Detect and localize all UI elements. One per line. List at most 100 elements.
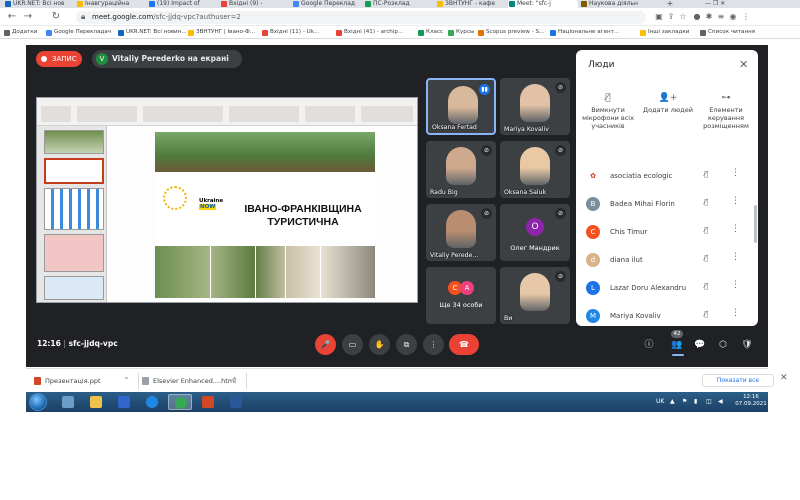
bookmark-item[interactable]: Google Перекладач	[46, 28, 111, 37]
app-powerpoint-button[interactable]	[196, 394, 220, 410]
profile-avatar[interactable]: ◉	[728, 12, 738, 22]
participant-video-tile[interactable]: Ви ⊘	[500, 267, 570, 324]
share-icon[interactable]: ⇪	[666, 12, 676, 22]
present-now-button[interactable]: ⧉	[396, 334, 417, 355]
participant-row[interactable]: L Lazar Doru Alexandru 🎙̸ ⋮	[576, 274, 758, 302]
meeting-info-button[interactable]: ⓘ	[642, 338, 656, 352]
participant-row[interactable]: ✿ asociatia ecologic 🎙̸ ⋮	[576, 162, 758, 190]
participant-row[interactable]: B Badea Mihai Florin 🎙̸ ⋮	[576, 190, 758, 218]
app-explorer-button[interactable]	[84, 394, 108, 410]
bookmark-item[interactable]: Додатки	[4, 28, 37, 37]
participant-video-tile[interactable]: C A Ще 34 особи	[426, 267, 496, 324]
start-button[interactable]	[29, 393, 47, 411]
bookmark-item[interactable]: Класс	[418, 28, 443, 37]
participant-video-tile[interactable]: О Олег Мандрик ⊘	[500, 204, 570, 261]
people-action-button[interactable]: 👤+ Додати людей	[640, 92, 696, 114]
chevron-up-icon[interactable]: ^	[232, 374, 237, 388]
browser-tab[interactable]: Meet: "sfc-j	[508, 0, 578, 8]
browser-tab[interactable]: ЗВНТУНГ - кафе	[436, 0, 506, 8]
bookmark-item[interactable]: Scopus preview - S...	[478, 28, 544, 37]
browser-tab[interactable]: Інавгураційна	[76, 0, 146, 8]
browser-tab[interactable]: Вхідні (9) -	[220, 0, 290, 8]
participant-row[interactable]: M Mariya Kovaliv 🎙̸ ⋮	[576, 302, 758, 326]
participant-row[interactable]: C Chis Timur 🎙̸ ⋮	[576, 218, 758, 246]
more-vert-icon[interactable]: ⋮	[731, 168, 740, 178]
more-vert-icon[interactable]: ⋮	[731, 252, 740, 262]
app-calculator-button[interactable]	[56, 394, 80, 410]
chevron-up-icon[interactable]: ^	[124, 374, 129, 388]
flag-icon[interactable]: ⚑	[682, 397, 687, 407]
mic-off-icon[interactable]: 🎙̸	[704, 254, 708, 262]
participant-video-tile[interactable]: Radu Big ⊘	[426, 141, 496, 198]
reload-button[interactable]: ↻	[50, 11, 62, 23]
people-action-button[interactable]: ⊶ Елементи керування розміщенням	[698, 92, 754, 130]
more-options-button[interactable]: ⋮	[423, 334, 444, 355]
close-icon[interactable]: ✕	[739, 58, 748, 71]
participant-video-tile[interactable]: Oksana Fertad ▮▮	[426, 78, 496, 135]
camera-in-use-icon[interactable]: ▣	[654, 12, 664, 22]
browser-tab[interactable]: Наукова діяльн	[580, 0, 650, 8]
participant-list-scrollbar[interactable]	[754, 205, 757, 243]
app-chrome-button[interactable]	[168, 394, 192, 410]
language-indicator[interactable]: UK	[656, 397, 664, 407]
bookmark-item[interactable]: Вхідні (11) - Uk...	[262, 28, 319, 37]
media-icon[interactable]: ≡	[716, 12, 726, 22]
bookmark-item[interactable]: Вхідні (41) - archip...	[336, 28, 403, 37]
presenter-banner[interactable]: V Vitaliy Perederko на екрані	[92, 50, 242, 68]
mic-off-icon[interactable]: 🎙̸	[704, 282, 708, 290]
mic-off-icon[interactable]: 🎙̸	[704, 198, 708, 206]
raise-hand-button[interactable]: ✋	[369, 334, 390, 355]
leave-call-button[interactable]: ☎	[449, 334, 479, 355]
download-item[interactable]: Elsevier Enhanced....html ^	[142, 374, 242, 388]
menu-icon[interactable]: ⋮	[741, 12, 751, 22]
bookmark-item[interactable]: Список читання	[700, 28, 755, 37]
show-all-downloads-button[interactable]: Показати все	[702, 374, 774, 387]
participant-row[interactable]: d diana ilut 🎙̸ ⋮	[576, 246, 758, 274]
battery-icon[interactable]: ▮	[694, 397, 697, 407]
mic-off-icon[interactable]: 🎙̸	[704, 226, 708, 234]
close-icon[interactable]: ✕	[780, 373, 788, 383]
browser-tab[interactable]: (19) Impact of	[148, 0, 218, 8]
network-icon[interactable]: ◫	[706, 397, 712, 407]
people-action-button[interactable]: 🎙̸ Вимкнути мікрофони всіх учасників	[580, 92, 636, 130]
app-edge-button[interactable]	[140, 394, 164, 410]
volume-icon[interactable]: ◀	[718, 397, 723, 407]
mic-off-icon[interactable]: 🎙̸	[704, 170, 708, 178]
app-save-button[interactable]	[112, 394, 136, 410]
chat-button[interactable]: 💬	[693, 338, 707, 352]
bookmark-item[interactable]: Інші закладки	[640, 28, 689, 37]
browser-tab[interactable]: ПС-Розклад	[364, 0, 434, 8]
camera-button[interactable]: ▭	[342, 334, 363, 355]
recording-indicator[interactable]: ЗАПИС	[36, 51, 82, 67]
activities-button[interactable]: ⬡	[716, 338, 730, 352]
browser-tab[interactable]: UKR.NET: Всі нов	[4, 0, 74, 8]
microphone-off-button[interactable]: 🎤	[315, 334, 336, 355]
participant-video-tile[interactable]: Oksana Saluk ⊘	[500, 141, 570, 198]
address-bar[interactable]: 🔒︎ meet.google.com/sfc-jjdq-vpc?authuser…	[76, 11, 646, 24]
more-vert-icon[interactable]: ⋮	[731, 196, 740, 206]
window-controls[interactable]: — ❐ ✕	[705, 0, 800, 8]
browser-tab[interactable]: Google Переклад	[292, 0, 362, 8]
clock[interactable]: 12:16 07.09.2021	[734, 394, 768, 408]
people-button[interactable]: 👥	[670, 338, 684, 352]
host-controls-button[interactable]: 🛡	[740, 338, 754, 352]
forward-button[interactable]: →	[22, 11, 34, 23]
bookmark-item[interactable]: Національне агент...	[550, 28, 619, 37]
puzzle-icon[interactable]: ✱	[704, 12, 714, 22]
app-word-button[interactable]	[224, 394, 248, 410]
bookmark-item[interactable]: UKR.NET: Всі новин...	[118, 28, 187, 37]
more-vert-icon[interactable]: ⋮	[731, 308, 740, 318]
more-vert-icon[interactable]: ⋮	[731, 280, 740, 290]
participant-video-tile[interactable]: Vitaliy Perede... ⊘	[426, 204, 496, 261]
new-tab-button[interactable]: +	[665, 0, 675, 8]
more-vert-icon[interactable]: ⋮	[731, 224, 740, 234]
back-button[interactable]: ←	[6, 11, 18, 23]
extension-icon[interactable]: ●	[692, 12, 702, 22]
tray-arrow-icon[interactable]: ▲	[670, 397, 675, 407]
bookmark-item[interactable]: ЗВНТУНГ | Івано-Ф...	[188, 28, 255, 37]
bookmark-star-icon[interactable]: ☆	[678, 12, 688, 22]
participant-video-tile[interactable]: Mariya Kovaliv ⊘	[500, 78, 570, 135]
bookmark-item[interactable]: Курсы	[448, 28, 474, 37]
download-item[interactable]: Презентація.ppt ^	[34, 374, 134, 388]
mic-off-icon[interactable]: 🎙̸	[704, 310, 708, 318]
